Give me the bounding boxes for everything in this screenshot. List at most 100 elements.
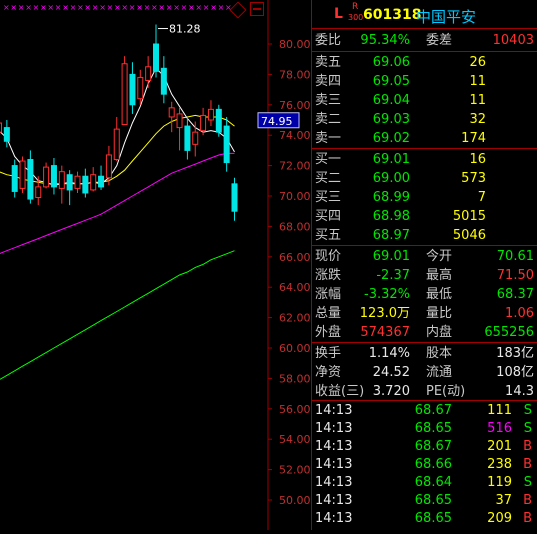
candle-body[interactable]: [113, 128, 120, 161]
expand-icon[interactable]: [250, 2, 264, 16]
quote-row: 现价 69.01 今开 70.61: [312, 247, 537, 266]
candle-body[interactable]: [231, 183, 238, 212]
candle-body[interactable]: [184, 125, 191, 151]
quote-value: 69.01: [372, 249, 410, 264]
fundamental-label: 流通: [426, 365, 453, 380]
candle-body[interactable]: [43, 166, 50, 188]
tick-row[interactable]: 14:13 68.67 111 S: [312, 402, 537, 420]
ask-row[interactable]: 卖三 69.04 11: [312, 91, 537, 110]
tick-volume: 516: [487, 421, 512, 436]
tick-volume: 119: [487, 475, 512, 490]
marker-x: ×: [62, 3, 69, 12]
candle-body[interactable]: [168, 107, 175, 118]
kline-chart[interactable]: × × × × × × × × × × × × × × × × × × × × × × × × × × × × × × × 80.00 78.0…: [0, 0, 311, 530]
marker-x: ×: [92, 3, 99, 12]
marker-x: ×: [136, 3, 143, 12]
tick-row[interactable]: 14:13 68.64 119 S: [312, 474, 537, 492]
ask-price: 69.04: [372, 93, 410, 108]
candle-body[interactable]: [19, 160, 26, 189]
quote-panel: L R 300 601318 中国平安 委比 95.34% 委差 10403 卖…: [311, 0, 537, 530]
candle-body[interactable]: [137, 76, 144, 100]
order-ratio-row: 委比 95.34% 委差 10403: [312, 31, 537, 50]
ask-volume: 26: [469, 55, 486, 70]
marker-x: ×: [129, 3, 136, 12]
candle-body[interactable]: [223, 125, 230, 164]
y-tick-label: 78.00: [279, 68, 310, 81]
tick-side: S: [523, 475, 532, 490]
ask-row[interactable]: 卖二 69.03 32: [312, 110, 537, 129]
ask-volume: 11: [469, 93, 486, 108]
candle-body[interactable]: [207, 108, 214, 121]
tick-side: B: [523, 493, 532, 508]
candle-body[interactable]: [121, 63, 128, 126]
tick-price: 68.65: [414, 493, 452, 508]
ask-price: 69.03: [372, 112, 410, 127]
candle-body[interactable]: [200, 114, 207, 132]
candle-body[interactable]: [74, 175, 81, 189]
y-tick-label: 80.00: [279, 38, 310, 51]
candle-body[interactable]: [98, 175, 105, 188]
fundamental-value: 183亿: [496, 346, 534, 361]
ask-row[interactable]: 卖四 69.05 11: [312, 72, 537, 91]
marker-x: ×: [18, 3, 25, 12]
ask-label: 卖四: [315, 74, 342, 89]
tick-row[interactable]: 14:13 68.66 238 B: [312, 456, 537, 474]
candle-body[interactable]: [160, 67, 167, 95]
candle-body[interactable]: [129, 73, 136, 106]
bid-price: 69.01: [372, 152, 410, 167]
candle-body[interactable]: [3, 127, 10, 142]
marker-x: ×: [195, 3, 202, 12]
candle-body[interactable]: [82, 175, 89, 194]
bid-row[interactable]: 买一 69.01 16: [312, 150, 537, 169]
candle-body[interactable]: [153, 43, 159, 72]
tick-volume: 209: [487, 511, 512, 526]
ask-row[interactable]: 卖五 69.06 26: [312, 53, 537, 72]
tick-price: 68.67: [414, 403, 452, 418]
bid-row[interactable]: 买四 68.98 5015: [312, 207, 537, 226]
tick-time: 14:13: [315, 439, 353, 454]
candle-body[interactable]: [215, 108, 222, 133]
candle-body[interactable]: [50, 165, 57, 188]
bid-row[interactable]: 买三 68.99 7: [312, 188, 537, 207]
marker-x: ×: [77, 3, 84, 12]
candle-body[interactable]: [35, 186, 42, 199]
candle-body[interactable]: [58, 171, 65, 189]
candle-body[interactable]: [105, 154, 112, 179]
marker-x: ×: [3, 3, 10, 12]
candle-body[interactable]: [192, 131, 199, 145]
bid-row[interactable]: 买五 68.97 5046: [312, 226, 537, 245]
ask-price: 69.02: [372, 131, 410, 146]
fundamental-value: 3.720: [372, 384, 410, 399]
bid-label: 买二: [315, 171, 342, 186]
divider: [312, 148, 537, 149]
candle-body[interactable]: [145, 66, 152, 81]
candle-body[interactable]: [0, 122, 2, 133]
candle-body[interactable]: [27, 159, 34, 200]
tick-time: 14:13: [315, 511, 353, 526]
tick-row[interactable]: 14:13 68.65 37 B: [312, 492, 537, 510]
ask-label: 卖三: [315, 93, 342, 108]
tick-row[interactable]: 14:13 68.67 201 B: [312, 438, 537, 456]
tick-row[interactable]: 14:13 68.65 209 B: [312, 510, 537, 528]
bid-row[interactable]: 买二 69.00 573: [312, 169, 537, 188]
candle-body[interactable]: [66, 174, 73, 191]
kline-chart-svg[interactable]: × × × × × × × × × × × × × × × × × × × × × × × × × × × × × × ×80.0078.0…: [0, 0, 311, 530]
marker-x: ×: [10, 3, 17, 12]
panel-header: L R 300 601318 中国平安: [312, 0, 537, 28]
order-ratio-value: 95.34%: [360, 33, 410, 48]
marker-x: ×: [47, 3, 54, 12]
marker-x: ×: [188, 3, 195, 12]
ask-row[interactable]: 卖一 69.02 174: [312, 129, 537, 148]
candle-body[interactable]: [176, 113, 183, 129]
order-ratio-label: 委比: [315, 33, 342, 48]
marker-x: ×: [144, 3, 151, 12]
y-tick-label: 66.00: [279, 251, 310, 264]
candle-body[interactable]: [11, 165, 18, 192]
level-icon[interactable]: L: [334, 6, 343, 22]
tick-volume: 238: [487, 457, 512, 472]
quote-row: 涨跌 -2.37 最高 71.50: [312, 266, 537, 285]
tick-row[interactable]: 14:13 68.65 516 S: [312, 420, 537, 438]
candle-body[interactable]: [90, 174, 97, 191]
quote-label: 量比: [426, 306, 453, 321]
quote-label: 内盘: [426, 325, 453, 340]
